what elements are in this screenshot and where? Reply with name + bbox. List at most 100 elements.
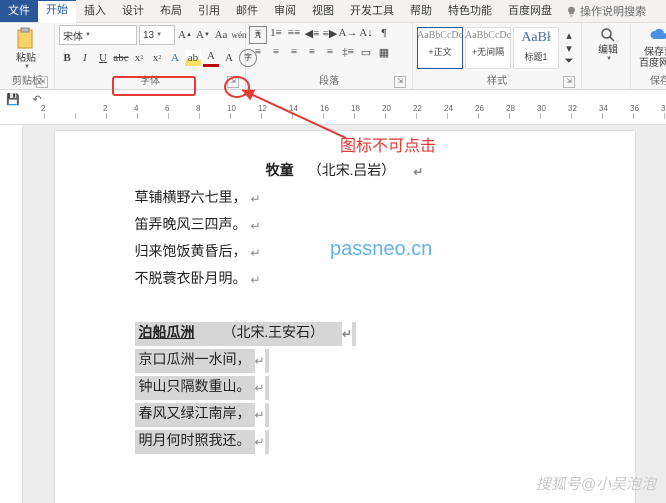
shading-button[interactable]: ▭: [358, 44, 374, 60]
highlight-button[interactable]: ab: [185, 50, 201, 66]
find-button[interactable]: 编辑 ▼: [586, 25, 630, 64]
font-dialog-launcher[interactable]: ⇲: [227, 76, 239, 88]
para-mark-icon: ↵: [255, 403, 265, 427]
poem-line: 钟山只隔数重山。↵: [135, 376, 269, 400]
quick-access-toolbar: 💾 ↶: [0, 90, 666, 108]
multilevel-button[interactable]: ≡≡: [286, 25, 302, 41]
para-mark-icon: ↵: [255, 376, 265, 400]
text-effects-button[interactable]: A: [167, 50, 183, 66]
paste-icon: [15, 27, 37, 51]
align-left-button[interactable]: ≡: [250, 44, 266, 60]
group-label-save: 保存: [635, 75, 666, 89]
group-label-clipboard: 剪贴板 ⇲: [4, 75, 50, 89]
justify-button[interactable]: ≡: [304, 44, 320, 60]
line-spacing-button[interactable]: ‡≡: [340, 44, 356, 60]
tell-me-search[interactable]: 操作说明搜索: [566, 3, 646, 19]
tab-mailings[interactable]: 邮件: [228, 0, 266, 22]
ltr-button[interactable]: A→: [340, 25, 356, 41]
group-styles: AaBbCcDc+正文 AaBbCcDc+无间隔 AaBł标题1 ▴ ▾ ⏷ 样…: [413, 23, 582, 89]
style-heading1[interactable]: AaBł标题1: [513, 27, 559, 69]
phonetic-guide-button[interactable]: wén: [231, 27, 247, 43]
group-label-styles: 样式 ⇲: [417, 75, 577, 89]
para-mark-icon: ↵: [251, 187, 261, 211]
underline-button[interactable]: U: [95, 50, 111, 66]
align-right-button[interactable]: ≡: [286, 44, 302, 60]
tab-special[interactable]: 特色功能: [440, 0, 500, 22]
para-mark-icon: ↵: [255, 430, 265, 454]
chevron-down-icon: ▼: [24, 64, 30, 70]
horizontal-ruler[interactable]: 2246810121416182022242628303234363840424…: [0, 108, 666, 125]
subscript-button[interactable]: x2: [131, 50, 147, 66]
paste-button[interactable]: 粘贴 ▼: [4, 25, 48, 72]
poem-line: 笛弄晚风三四声。↵: [135, 214, 555, 238]
bullets-button[interactable]: ≡: [250, 25, 266, 41]
change-case-button[interactable]: Aa: [213, 27, 229, 43]
poem-line: 春风又绿江南岸，↵: [135, 403, 269, 427]
group-font: 宋体▼ 13▼ A▲ A▼ Aa wén A B I U abc x2 x2 A…: [55, 23, 246, 89]
group-label-font: 字体 ⇲: [59, 75, 241, 89]
paragraph-dialog-launcher[interactable]: ⇲: [394, 76, 406, 88]
tab-bar: 文件 开始 插入 设计 布局 引用 邮件 审阅 视图 开发工具 帮助 特色功能 …: [0, 0, 666, 23]
char-shading-button[interactable]: A: [221, 50, 237, 66]
numbering-button[interactable]: 1≡: [268, 25, 284, 41]
clipboard-dialog-launcher[interactable]: ⇲: [36, 76, 48, 88]
page-scroll[interactable]: 牧童 （北宋.吕岩） ↵ 草铺横野六七里，↵笛弄晚风三四声。↵归来饱饭黄昏后，↵…: [23, 125, 666, 503]
tab-home[interactable]: 开始: [38, 0, 76, 23]
increase-indent-button[interactable]: ≡▶: [322, 25, 338, 41]
borders-button[interactable]: ▦: [376, 44, 392, 60]
font-family-select[interactable]: 宋体▼: [59, 25, 137, 45]
tab-view[interactable]: 视图: [304, 0, 342, 22]
sort-button[interactable]: A↓: [358, 25, 374, 41]
tab-layout[interactable]: 布局: [152, 0, 190, 22]
italic-button[interactable]: I: [77, 50, 93, 66]
tab-baidu[interactable]: 百度网盘: [500, 0, 560, 22]
bold-button[interactable]: B: [59, 50, 75, 66]
distribute-button[interactable]: ≡: [322, 44, 338, 60]
tab-review[interactable]: 审阅: [266, 0, 304, 22]
vertical-ruler[interactable]: [0, 125, 23, 503]
tab-help[interactable]: 帮助: [402, 0, 440, 22]
save-to-cloud-button[interactable]: 保存到 百度网盘: [635, 25, 666, 71]
cloud-save-icon: [649, 27, 666, 45]
grow-font-button[interactable]: A▲: [177, 27, 193, 43]
para-mark-icon: ↵: [251, 268, 261, 292]
poem-line: 明月何时照我还。↵: [135, 430, 269, 454]
document-area: 牧童 （北宋.吕岩） ↵ 草铺横野六七里，↵笛弄晚风三四声。↵归来饱饭黄昏后，↵…: [0, 125, 666, 503]
tab-developer[interactable]: 开发工具: [342, 0, 402, 22]
poem-line: 不脱蓑衣卧月明。↵: [135, 268, 555, 292]
shrink-font-button[interactable]: A▼: [195, 27, 211, 43]
tab-insert[interactable]: 插入: [76, 0, 114, 22]
font-color-button[interactable]: A: [203, 48, 219, 67]
superscript-button[interactable]: x2: [149, 50, 165, 66]
style-normal[interactable]: AaBbCcDc+正文: [417, 27, 463, 69]
group-editing: 编辑 ▼: [582, 23, 631, 89]
strike-button[interactable]: abc: [113, 50, 129, 66]
align-center-button[interactable]: ≡: [268, 44, 284, 60]
show-marks-button[interactable]: ¶: [376, 25, 392, 41]
group-paragraph: ≡ 1≡ ≡≡ ◀≡ ≡▶ A→ A↓ ¶ ≡ ≡ ≡ ≡ ≡ ‡≡ ▭ ▦ 段…: [246, 23, 413, 89]
tab-file[interactable]: 文件: [0, 0, 38, 22]
page[interactable]: 牧童 （北宋.吕岩） ↵ 草铺横野六七里，↵笛弄晚风三四声。↵归来饱饭黄昏后，↵…: [55, 131, 635, 503]
tab-references[interactable]: 引用: [190, 0, 228, 22]
poem-line: 草铺横野六七里，↵: [135, 187, 555, 211]
styles-expand[interactable]: ⏷: [561, 55, 577, 67]
style-no-spacing[interactable]: AaBbCcDc+无间隔: [465, 27, 511, 69]
save-icon[interactable]: 💾: [6, 92, 20, 106]
para-mark-icon: ↵: [342, 322, 352, 346]
group-clipboard: 粘贴 ▼ 剪贴板 ⇲: [0, 23, 55, 89]
para-mark-icon: ↵: [413, 160, 423, 184]
lightbulb-icon: [566, 6, 577, 17]
chevron-down-icon: ▼: [606, 56, 612, 62]
styles-scroll-down[interactable]: ▾: [561, 42, 577, 54]
poem-line: 京口瓜洲一水间，↵: [135, 349, 269, 373]
tab-design[interactable]: 设计: [114, 0, 152, 22]
poem2-title: 泊船瓜洲 （北宋.王安石） ↵: [135, 322, 357, 346]
styles-scroll-up[interactable]: ▴: [561, 29, 577, 41]
poem-line: 归来饱饭黄昏后，↵: [135, 241, 555, 265]
para-mark-icon: ↵: [255, 349, 265, 373]
styles-dialog-launcher[interactable]: ⇲: [563, 76, 575, 88]
para-mark-icon: ↵: [251, 214, 261, 238]
decrease-indent-button[interactable]: ◀≡: [304, 25, 320, 41]
group-save: 保存到 百度网盘 保存: [631, 23, 666, 89]
font-size-select[interactable]: 13▼: [139, 25, 175, 45]
